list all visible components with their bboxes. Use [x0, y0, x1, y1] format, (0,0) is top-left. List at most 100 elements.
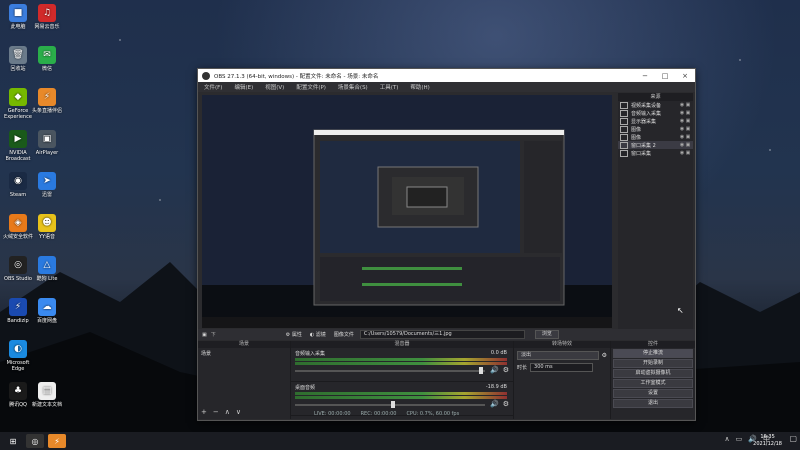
network-icon[interactable]: ▭ — [736, 435, 743, 443]
app-icon: △ — [38, 256, 56, 274]
source-item[interactable]: 图像 ◉ ▣ — [618, 125, 693, 133]
source-name: 窗口采集 2 — [631, 142, 656, 149]
volume-fader[interactable] — [295, 370, 485, 372]
lock-icon[interactable]: ▣ — [685, 102, 691, 108]
start-recording-button[interactable]: 开始录制 — [613, 359, 693, 368]
menu-edit[interactable]: 编辑(E) — [232, 83, 255, 91]
desktop-icon[interactable]: △ 酷狗 Lite — [30, 256, 64, 282]
lock-icon[interactable]: ▣ — [685, 150, 691, 156]
lock-icon[interactable]: ▣ — [685, 118, 691, 124]
menu-tools[interactable]: 工具(T) — [378, 83, 401, 91]
mixer-header: 混音器 — [291, 341, 513, 348]
live-status: LIVE: 00:00:00 — [314, 411, 351, 417]
desktop-icon[interactable]: ☁ 百度网盘 — [30, 298, 64, 324]
browse-button[interactable]: 浏览 — [534, 330, 559, 339]
menu-help[interactable]: 帮助(H) — [408, 83, 431, 91]
start-virtual-camera-button[interactable]: 启动虚拟摄像机 — [613, 369, 693, 378]
speaker-icon[interactable]: 🔊 — [490, 400, 499, 408]
exit-button[interactable]: 退出 — [613, 399, 693, 408]
image-file-label: 图像文件 — [333, 332, 354, 338]
scene-up-icon[interactable]: ∧ — [225, 408, 230, 416]
source-item[interactable]: 窗口采集 2 ◉ ▣ — [618, 141, 693, 149]
remove-scene-icon[interactable]: − — [213, 408, 219, 416]
app-icon: ◐ — [9, 340, 27, 358]
app-icon: ⚡ — [38, 88, 56, 106]
source-name: 窗口采集 — [631, 150, 652, 157]
settings-button[interactable]: 设置 — [613, 389, 693, 398]
obs-window[interactable]: OBS 27.1.3 (64-bit, windows) - 配置文件: 未命名… — [197, 68, 696, 421]
app-icon: ▤ — [38, 382, 56, 400]
source-item[interactable]: 窗口采集 ◉ ▣ — [618, 149, 693, 157]
image-icon: ▣ — [202, 331, 207, 338]
preview-canvas[interactable] — [202, 95, 612, 328]
app-icon: ☻ — [38, 214, 56, 232]
windows-start-icon[interactable]: ⊞ — [4, 434, 22, 448]
close-icon[interactable]: × — [675, 72, 695, 80]
source-type-icon — [620, 149, 628, 157]
lock-icon[interactable]: ▣ — [685, 142, 691, 148]
source-item[interactable]: 视频采集设备 ◉ ▣ — [618, 101, 693, 109]
app-icon: ✉ — [38, 46, 56, 64]
sources-header: 来源 — [618, 93, 693, 101]
lock-icon[interactable]: ▣ — [685, 110, 691, 116]
notification-icon[interactable]: ▢ — [789, 434, 797, 443]
menu-scene-collection[interactable]: 场景集合(S) — [336, 83, 370, 91]
preview-recursive-capture — [202, 95, 612, 328]
mixer-channel-name: 桌面音频 — [295, 385, 316, 391]
desktop-icon[interactable]: ▣ AirPlayer — [30, 130, 64, 156]
image-path-field[interactable]: C:/Users/10579/Documents/三1.jpg — [359, 330, 525, 339]
app-icon: ◈ — [9, 214, 27, 232]
fader-handle[interactable] — [479, 367, 483, 374]
scene-item[interactable]: 场景 — [198, 348, 290, 359]
sources-list: 视频采集设备 ◉ ▣ 音频输入采集 ◉ ▣ 显示器采集 ◉ ▣ 图像 ◉ ▣ 图像 ◉ ▣ 窗口采集 2 ◉ ▣ 窗… — [618, 101, 693, 157]
fader-handle[interactable] — [391, 401, 395, 408]
scene-down-icon[interactable]: ∨ — [236, 408, 241, 416]
desktop-icon[interactable]: ✉ 微信 — [30, 46, 64, 72]
source-item[interactable]: 音频输入采集 ◉ ▣ — [618, 109, 693, 117]
gear-icon[interactable]: ⚙ — [503, 400, 509, 408]
properties-button[interactable]: ⚙ 属性 — [286, 331, 302, 338]
source-item[interactable]: 图像 ◉ ▣ — [618, 133, 693, 141]
gear-icon[interactable]: ⚙ — [602, 352, 607, 359]
add-scene-icon[interactable]: + — [201, 408, 207, 416]
duration-input[interactable]: 300 ms — [530, 363, 594, 372]
maximize-icon[interactable]: □ — [655, 72, 675, 80]
app-icon: ♫ — [38, 4, 56, 22]
desktop-icon[interactable]: ▤ 新建文本文档 — [30, 382, 64, 408]
filters-button[interactable]: ◐ 滤镜 — [310, 331, 326, 338]
taskbar-app-icon[interactable]: ⚡ — [48, 434, 66, 448]
source-name: 图像 — [631, 134, 642, 141]
taskbar-clock[interactable]: 16:35 2021/12/18 — [753, 434, 782, 448]
speaker-icon[interactable]: 🔊 — [490, 366, 499, 374]
source-type-icon — [620, 125, 628, 133]
cpu-status: CPU: 0.7%, 60.00 fps — [406, 411, 460, 417]
mouse-cursor-icon: ↖ — [677, 306, 684, 315]
source-type-letter: 下 — [210, 332, 216, 338]
chevron-up-icon[interactable]: ∧ — [725, 435, 730, 443]
menu-view[interactable]: 视图(V) — [263, 83, 286, 91]
desktop-icon-label: 迅雷 — [41, 192, 52, 198]
desktop-icon-label: AirPlayer — [35, 150, 59, 156]
lock-icon[interactable]: ▣ — [685, 126, 691, 132]
mixer-channel-db: -18.9 dB — [485, 384, 507, 390]
lock-icon[interactable]: ▣ — [685, 134, 691, 140]
minimize-icon[interactable]: − — [635, 72, 655, 80]
menu-file[interactable]: 文件(F) — [202, 83, 224, 91]
transition-select[interactable]: 淡出 — [517, 351, 599, 360]
taskbar-obs-icon[interactable]: ◎ — [26, 434, 44, 448]
desktop-icon[interactable]: ♫ 网易云音乐 — [30, 4, 64, 30]
window-titlebar[interactable]: OBS 27.1.3 (64-bit, windows) - 配置文件: 未命名… — [198, 69, 695, 82]
desktop-icon[interactable]: ☻ YY语音 — [30, 214, 64, 240]
bottom-docks: 场景 场景 + − ∧ ∨ 混音器 音频输入采集 0.0 dB 🔊 ⚙ 桌面音频… — [198, 341, 695, 419]
desktop-icon[interactable]: ◐ Microsoft Edge — [1, 340, 35, 372]
source-item[interactable]: 显示器采集 ◉ ▣ — [618, 117, 693, 125]
controls-header: 控件 — [611, 341, 695, 348]
gear-icon[interactable]: ⚙ — [503, 366, 509, 374]
menu-profile[interactable]: 配置文件(P) — [294, 83, 328, 91]
studio-mode-button[interactable]: 工作室模式 — [613, 379, 693, 388]
desktop-icon[interactable]: ⚡ 头条直播伴侣 — [30, 88, 64, 114]
app-icon: ◆ — [9, 88, 27, 106]
desktop-icon[interactable]: ➤ 迅雷 — [30, 172, 64, 198]
volume-fader[interactable] — [295, 404, 485, 406]
stop-streaming-button[interactable]: 停止推流 — [613, 349, 693, 358]
